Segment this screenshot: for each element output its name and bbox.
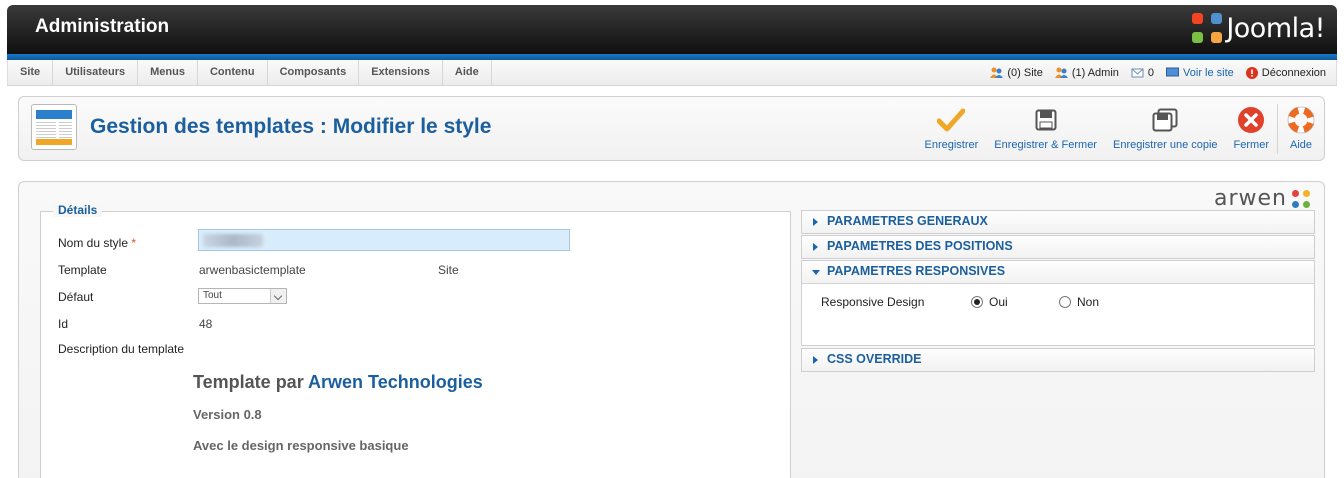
description-label: Description du template [58,342,185,356]
panel-positions-params: PAPAMETRES DES POSITIONS [801,235,1315,259]
edit-form-panel: arwen Détails Nom du style * Template ar… [18,181,1325,478]
status-bar: (0) Site (1) Admin 0 Voir le site Déconn… [978,60,1326,85]
menu-item-components[interactable]: Composants [268,60,360,85]
menu-item-menus[interactable]: Menus [138,60,198,85]
floppy-copy-icon [1152,108,1178,132]
save-copy-button[interactable]: Enregistrer une copie [1105,97,1226,160]
required-mark: * [131,236,137,250]
arwen-logo: arwen [1214,186,1310,211]
save-close-button[interactable]: Enregistrer & Fermer [986,97,1105,160]
template-manager-icon [31,104,77,150]
admin-visitors: (1) Admin [1054,67,1119,79]
toolbar-buttons: Enregistrer Enregistrer & Fermer Enregis… [916,97,1324,160]
chevron-right-icon [813,218,818,226]
redacted-value [203,234,263,247]
toolbar: Gestion des templates : Modifier le styl… [18,96,1325,161]
panel-responsive-header[interactable]: PAPAMETRES RESPONSIVES [802,261,1314,283]
users-icon [990,67,1004,78]
close-circle-icon [1238,107,1265,133]
site-visitors: (0) Site [990,67,1043,79]
joomla-logo-text: Joomla! [1226,12,1325,44]
chevron-down-icon [812,270,820,275]
responsive-design-label: Responsive Design [821,295,925,309]
chevron-right-icon [813,356,818,364]
responsive-yes-radio[interactable]: Oui [971,295,1008,309]
panel-general-params: PARAMETRES GENERAUX [801,210,1315,234]
radio-checked-icon [971,296,983,308]
logout-link[interactable]: Déconnexion [1245,66,1326,79]
responsive-no-radio[interactable]: Non [1059,295,1099,309]
panel-responsive-body: Responsive Design Oui Non [802,283,1314,345]
panel-css-override-header[interactable]: CSS OVERRIDE [802,349,1314,371]
panel-general-header[interactable]: PARAMETRES GENERAUX [802,211,1314,233]
style-name-label: Nom du style * [58,236,137,250]
mail-icon [1131,68,1144,78]
template-label: Template [58,263,107,277]
page-title: Gestion des templates : Modifier le styl… [90,115,492,138]
panel-positions-header[interactable]: PAPAMETRES DES POSITIONS [802,236,1314,258]
logout-icon [1245,66,1258,79]
template-description-title: Template par Arwen Technologies [193,372,483,392]
radio-unchecked-icon [1059,296,1071,308]
arwen-logo-text: arwen [1214,186,1287,211]
id-value: 48 [199,317,213,331]
menu-bar: Site Utilisateurs Menus Contenu Composan… [7,60,1337,86]
template-client: Site [438,263,459,277]
lifebuoy-icon [1287,106,1315,134]
monitor-icon [1166,67,1180,77]
menu-item-help[interactable]: Aide [443,60,492,85]
view-site-link[interactable]: Voir le site [1166,67,1234,79]
panel-responsive-params: PAPAMETRES RESPONSIVES Responsive Design… [801,260,1315,346]
main-menu: Site Utilisateurs Menus Contenu Composan… [8,60,492,85]
chevron-right-icon [813,243,818,251]
menu-item-users[interactable]: Utilisateurs [53,60,139,85]
checkmark-icon [937,108,966,132]
style-name-input[interactable] [198,229,570,251]
help-button[interactable]: Aide [1278,97,1324,160]
default-label: Défaut [58,290,94,304]
menu-item-extensions[interactable]: Extensions [359,60,443,85]
users-icon [1054,67,1068,78]
details-legend: Détails [53,203,103,217]
menu-item-content[interactable]: Contenu [198,60,268,85]
details-fieldset: Détails Nom du style * Template arwenbas… [40,203,791,478]
panel-css-override: CSS OVERRIDE [801,348,1315,372]
messages-count[interactable]: 0 [1131,67,1154,79]
floppy-icon [1035,109,1057,131]
chevron-down-icon [270,289,286,303]
close-button[interactable]: Fermer [1226,97,1277,160]
arwen-dots-icon [1292,189,1310,208]
joomla-logo: Joomla! [1192,12,1325,44]
template-version: Version 0.8 [193,407,262,422]
template-description: Avec le design responsive basique [193,438,409,453]
default-select[interactable]: Tout [198,288,287,304]
template-value: arwenbasictemplate [199,263,306,277]
joomla-logo-icon [1192,13,1223,43]
menu-item-site[interactable]: Site [8,60,54,85]
admin-header: Administration Joomla! [7,5,1337,60]
id-label: Id [58,317,69,331]
header-title: Administration [35,16,170,37]
save-button[interactable]: Enregistrer [916,97,986,160]
